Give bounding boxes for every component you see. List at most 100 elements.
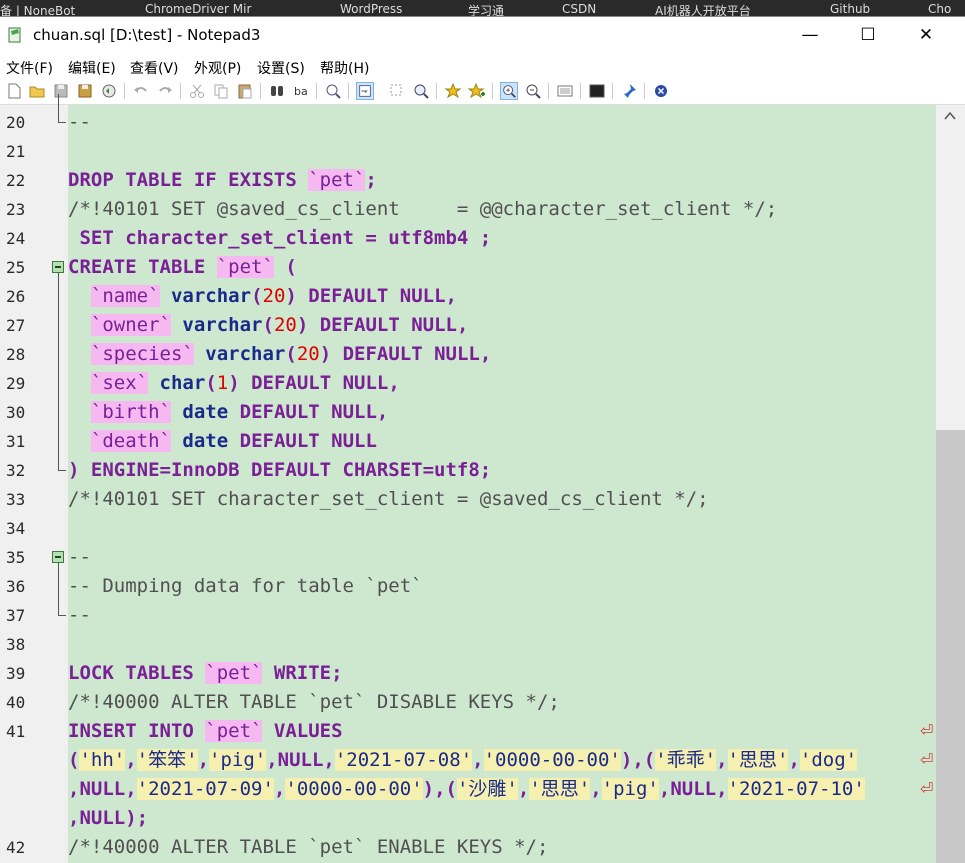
fold-line bbox=[58, 273, 59, 470]
maximize-button[interactable]: ☐ bbox=[839, 17, 897, 54]
line-number: 35 bbox=[6, 548, 26, 567]
scroll-up-arrow-icon[interactable] bbox=[944, 111, 956, 121]
code-token: , bbox=[197, 749, 210, 771]
undo-icon[interactable] bbox=[132, 82, 150, 100]
wrap-indicator-icon: ⏎ bbox=[920, 779, 934, 798]
editor[interactable]: 20 -- 21 22 DROP TABLE IF EXISTS `pet`; 23 /*!… bbox=[0, 93, 965, 863]
code-line[interactable]: INSERT INTO `pet` VALUES bbox=[68, 717, 343, 746]
menu-help[interactable]: 帮助(H) bbox=[320, 58, 369, 78]
copy-icon[interactable] bbox=[212, 82, 230, 100]
line-number: 41 bbox=[6, 722, 26, 741]
menu-file[interactable]: 文件(F) bbox=[6, 58, 53, 78]
close-doc-icon[interactable] bbox=[652, 82, 670, 100]
code-line[interactable]: -- bbox=[68, 543, 91, 572]
pin-icon[interactable] bbox=[620, 82, 638, 100]
fold-toggle-icon[interactable] bbox=[52, 551, 64, 563]
line-number: 23 bbox=[6, 200, 26, 219]
code-line[interactable]: `death` date DEFAULT NULL bbox=[68, 427, 377, 456]
favorite-icon[interactable] bbox=[444, 82, 462, 100]
code-token: `pet` bbox=[308, 169, 366, 191]
code-line[interactable]: CREATE TABLE `pet` ( bbox=[68, 253, 297, 282]
word-wrap-icon[interactable] bbox=[356, 82, 374, 100]
menu-view[interactable]: 查看(V) bbox=[130, 58, 179, 78]
code-line[interactable]: -- Dumping data for table `pet` bbox=[68, 572, 423, 601]
console-icon[interactable] bbox=[588, 82, 606, 100]
replace-icon[interactable]: ba bbox=[292, 82, 310, 100]
code-line[interactable]: ) ENGINE=InnoDB DEFAULT CHARSET=utf8; bbox=[68, 456, 491, 485]
code-token: -- Dumping data for table `pet` bbox=[68, 575, 423, 597]
code-line[interactable]: `owner` varchar(20) DEFAULT NULL, bbox=[68, 311, 468, 340]
toolbar-separator bbox=[580, 83, 581, 99]
code-token: -- bbox=[68, 111, 91, 133]
paste-icon[interactable] bbox=[236, 82, 254, 100]
code-line[interactable]: /*!40000 ALTER TABLE `pet` DISABLE KEYS … bbox=[68, 688, 560, 717]
code-token: SET character_set_client = utf8mb4 ; bbox=[68, 227, 492, 249]
code-line[interactable]: /*!40101 SET character_set_client = @sav… bbox=[68, 485, 709, 514]
code-line[interactable]: LOCK TABLES `pet` WRITE; bbox=[68, 659, 343, 688]
goto-icon[interactable] bbox=[324, 82, 342, 100]
code-line[interactable]: `name` varchar(20) DEFAULT NULL, bbox=[68, 282, 457, 311]
bg-tab: CSDN bbox=[562, 2, 597, 16]
menu-settings[interactable]: 设置(S) bbox=[257, 58, 305, 78]
code-line[interactable]: `birth` date DEFAULT NULL, bbox=[68, 398, 388, 427]
toolbar-separator bbox=[548, 83, 549, 99]
zoom-in-icon[interactable] bbox=[500, 82, 518, 100]
line-number: 22 bbox=[6, 171, 26, 190]
open-folder-icon[interactable] bbox=[28, 82, 46, 100]
code-line[interactable]: -- bbox=[68, 108, 91, 137]
code-line[interactable]: ('hh','笨笨','pig',NULL,'2021-07-08','0000… bbox=[68, 746, 858, 775]
toolbar-separator bbox=[180, 83, 181, 99]
code-token: ( bbox=[68, 749, 80, 771]
code-token: /*!40101 SET @saved_cs_client = @@charac… bbox=[68, 198, 778, 220]
vertical-scrollbar[interactable] bbox=[936, 105, 965, 863]
code-line[interactable]: `sex` char(1) DEFAULT NULL, bbox=[68, 369, 400, 398]
code-token: '笨笨' bbox=[136, 749, 198, 771]
code-token: VALUES bbox=[262, 720, 343, 742]
fold-line bbox=[58, 563, 59, 615]
redo-icon[interactable] bbox=[156, 82, 174, 100]
close-button[interactable]: ✕ bbox=[897, 17, 955, 54]
toolbar-separator bbox=[612, 83, 613, 99]
code-token: `death` bbox=[90, 430, 171, 452]
code-line[interactable]: /*!40101 SET @saved_cs_client = @@charac… bbox=[68, 195, 777, 224]
zoom-icon[interactable] bbox=[412, 82, 430, 100]
minimize-button[interactable]: — bbox=[781, 17, 839, 54]
revert-icon[interactable] bbox=[100, 82, 118, 100]
code-token: varchar bbox=[170, 285, 252, 307]
line-number: 25 bbox=[6, 258, 26, 277]
code-line[interactable]: ,NULL); bbox=[68, 804, 148, 833]
menu-appearance[interactable]: 外观(P) bbox=[194, 58, 241, 78]
line-number: 20 bbox=[6, 113, 26, 132]
line-number: 33 bbox=[6, 490, 26, 509]
fold-toggle-icon[interactable] bbox=[52, 261, 64, 273]
code-token: varchar bbox=[205, 343, 286, 365]
code-line[interactable]: SET character_set_client = utf8mb4 ; bbox=[68, 224, 491, 253]
scrollbar-thumb[interactable] bbox=[936, 430, 965, 863]
save-icon[interactable] bbox=[52, 82, 70, 100]
code-token: 'pig' bbox=[601, 778, 659, 800]
code-line[interactable]: /*!40000 ALTER TABLE `pet` ENABLE KEYS *… bbox=[68, 833, 548, 862]
add-favorite-icon[interactable] bbox=[468, 82, 486, 100]
find-icon[interactable] bbox=[268, 82, 286, 100]
zoom-out-icon[interactable] bbox=[524, 82, 542, 100]
schemes-icon[interactable] bbox=[556, 82, 574, 100]
cut-icon[interactable] bbox=[188, 82, 206, 100]
code-token: DEFAULT NULL, bbox=[228, 401, 389, 423]
save-as-icon[interactable] bbox=[76, 82, 94, 100]
code-line[interactable]: ,NULL,'2021-07-09','0000-00-00'),('沙雕','… bbox=[68, 775, 865, 804]
code-line[interactable]: -- bbox=[68, 601, 91, 630]
code-token: INSERT INTO bbox=[68, 720, 206, 742]
code-line[interactable]: `species` varchar(20) DEFAULT NULL, bbox=[68, 340, 491, 369]
menu-edit[interactable]: 编辑(E) bbox=[68, 58, 116, 78]
code-token: ( bbox=[262, 314, 274, 336]
toolbar-separator bbox=[492, 83, 493, 99]
new-file-icon[interactable] bbox=[5, 82, 23, 100]
select-icon[interactable] bbox=[388, 82, 406, 100]
code-token: 'pig' bbox=[209, 749, 267, 771]
code-token: 20 bbox=[262, 285, 286, 307]
code-line[interactable]: DROP TABLE IF EXISTS `pet`; bbox=[68, 166, 377, 195]
code-token: , bbox=[788, 749, 800, 771]
